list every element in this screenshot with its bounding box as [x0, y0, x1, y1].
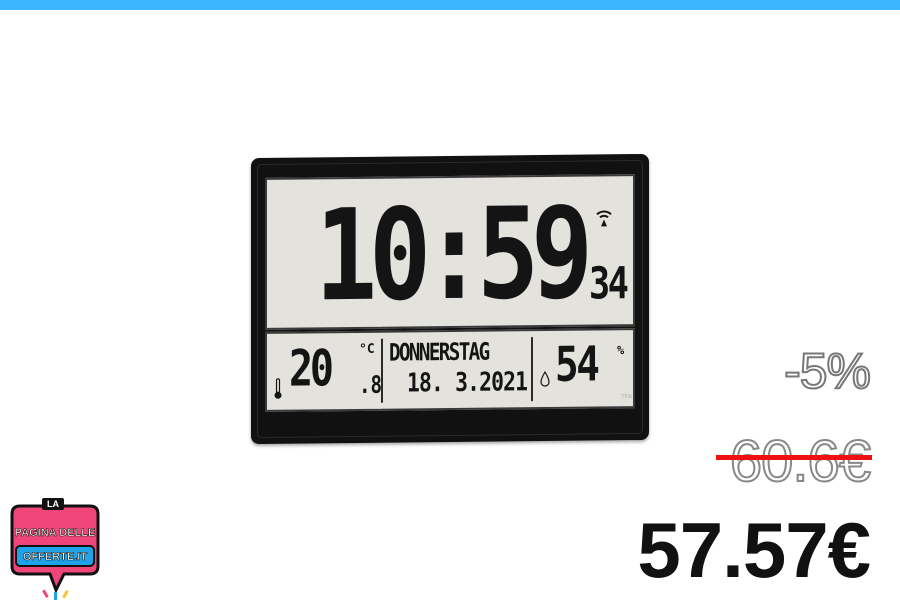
- logo-text-la: LA: [47, 499, 59, 509]
- temperature-unit: °C: [359, 341, 375, 357]
- clock-main-display: 10:59 34: [265, 174, 635, 330]
- clock-sub-display: 20 .8 °C DONNERSTAG 18. 3.2021 54 %: [265, 328, 635, 412]
- brand-logo: TFA: [621, 394, 633, 401]
- discount-badge: -5%: [783, 342, 872, 400]
- display-divider: [381, 338, 383, 403]
- price-strikethrough: [716, 455, 872, 460]
- clock-time: 10:59: [315, 179, 586, 330]
- humidity-value: 54: [555, 336, 598, 393]
- clock-seconds: 34: [589, 258, 627, 310]
- logo-text-main: PAGINA DELLE: [15, 527, 96, 539]
- radio-signal-icon: [596, 210, 612, 227]
- display-divider: [531, 337, 533, 402]
- logo-text-site: OFFERTE.IT: [23, 551, 87, 563]
- product-image-wall-clock: 10:59 34 20 .8 °C DONNERSTAG 18. 3.2021 …: [251, 153, 649, 445]
- temperature-value: 20: [289, 339, 331, 398]
- date-value: 18. 3.2021: [407, 367, 528, 399]
- current-price: 57.57€: [637, 506, 871, 594]
- temperature-decimal: .8: [359, 370, 383, 399]
- day-of-week: DONNERSTAG: [389, 337, 489, 367]
- humidity-drop-icon: [540, 370, 550, 387]
- top-accent-bar: [0, 0, 900, 10]
- humidity-unit: %: [617, 343, 625, 358]
- thermometer-icon: [274, 378, 282, 399]
- old-price: 60.6€: [729, 428, 872, 495]
- site-logo: LA PAGINA DELLE OFFERTE.IT: [10, 498, 100, 600]
- logo-badge: [10, 498, 100, 594]
